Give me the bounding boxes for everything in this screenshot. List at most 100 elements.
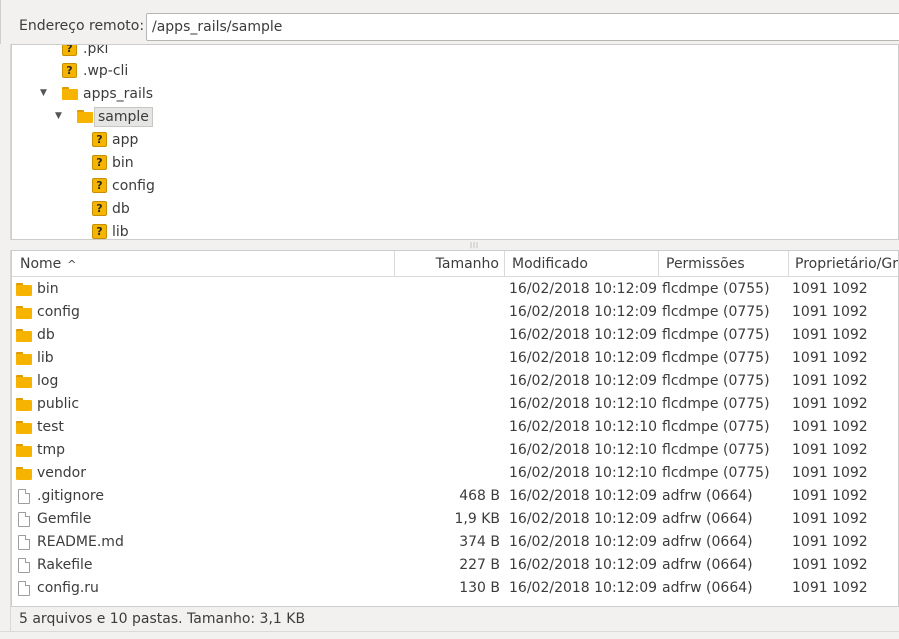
table-row[interactable]: Gemfile 1,9 KB 16/02/2018 10:12:09 adfrw (0…	[12, 508, 898, 531]
cell-owner: 1091 1092	[792, 396, 868, 412]
address-label: Endereço remoto:	[19, 18, 145, 34]
column-size[interactable]: Tamanho	[395, 251, 505, 277]
cell-owner: 1091 1092	[792, 327, 868, 343]
tree-item-label: config	[112, 177, 155, 194]
file-icon	[18, 558, 30, 573]
file-icon	[18, 535, 30, 550]
tree-item-label: apps_rails	[83, 85, 154, 102]
table-row[interactable]: tmp 16/02/2018 10:12:10 flcdmpe (0775) 1091…	[12, 439, 898, 462]
remote-tree[interactable]: ? .pki ? .wp-cli ▼ apps_rails ▼ sample ?…	[11, 44, 899, 240]
column-label: Proprietário/Gr	[795, 256, 898, 272]
table-row[interactable]: config 16/02/2018 10:12:09 flcdmpe (0775) 1…	[12, 301, 898, 324]
unknown-icon: ?	[92, 155, 107, 170]
status-text: 5 arquivos e 10 pastas. Tamanho: 3,1 KB	[19, 611, 306, 627]
unknown-icon: ?	[62, 45, 77, 56]
expander-down-icon[interactable]: ▼	[55, 111, 62, 121]
tree-item-db[interactable]: ? db	[92, 197, 133, 220]
table-row[interactable]: README.md 374 B 16/02/2018 10:12:09 adfrw (…	[12, 531, 898, 554]
cell-name: public	[37, 396, 80, 412]
cell-name: config.ru	[37, 580, 99, 596]
cell-permissions: flcdmpe (0755)	[662, 281, 770, 297]
cell-modified: 16/02/2018 10:12:10	[509, 465, 658, 481]
tree-item-lib[interactable]: ? lib	[92, 220, 132, 239]
cell-permissions: flcdmpe (0775)	[662, 442, 770, 458]
address-bar: Endereço remoto:	[0, 0, 899, 44]
table-row[interactable]: Rakefile 227 B 16/02/2018 10:12:09 adfrw (0…	[12, 554, 898, 577]
tree-item-apps-rails[interactable]: apps_rails	[62, 82, 156, 105]
tree-item-label: bin	[112, 154, 134, 171]
cell-modified: 16/02/2018 10:12:09	[509, 557, 658, 573]
tree-item-label: .wp-cli	[83, 62, 129, 79]
cell-owner: 1091 1092	[792, 304, 868, 320]
expander-down-icon[interactable]: ▼	[40, 88, 47, 98]
table-row[interactable]: db 16/02/2018 10:12:09 flcdmpe (0775) 1091 …	[12, 324, 898, 347]
table-row[interactable]: config.ru 130 B 16/02/2018 10:12:09 adfrw (…	[12, 577, 898, 600]
status-bar: 5 arquivos e 10 pastas. Tamanho: 3,1 KB	[11, 607, 899, 631]
cell-permissions: flcdmpe (0775)	[662, 373, 770, 389]
cell-size: 1,9 KB	[454, 511, 501, 527]
column-name[interactable]: Nome ^	[12, 251, 395, 277]
cell-permissions: adfrw (0664)	[662, 534, 753, 550]
cell-owner: 1091 1092	[792, 281, 868, 297]
cell-permissions: adfrw (0664)	[662, 580, 753, 596]
cell-modified: 16/02/2018 10:12:10	[509, 396, 658, 412]
remote-address-input[interactable]	[146, 13, 899, 41]
table-row[interactable]: log 16/02/2018 10:12:09 flcdmpe (0775) 1091…	[12, 370, 898, 393]
unknown-icon: ?	[62, 63, 77, 78]
folder-icon	[16, 283, 32, 296]
cell-modified: 16/02/2018 10:12:09	[509, 327, 658, 343]
tree-item-label: app	[112, 131, 139, 148]
cell-owner: 1091 1092	[792, 511, 868, 527]
cell-owner: 1091 1092	[792, 580, 868, 596]
folder-icon	[16, 398, 32, 411]
cell-owner: 1091 1092	[792, 350, 868, 366]
column-owner[interactable]: Proprietário/Gr	[789, 251, 898, 277]
cell-permissions: adfrw (0664)	[662, 511, 753, 527]
column-permissions[interactable]: Permissões	[659, 251, 789, 277]
cell-name: test	[37, 419, 64, 435]
cell-permissions: flcdmpe (0775)	[662, 465, 770, 481]
pane-splitter[interactable]: |||	[0, 240, 899, 250]
tree-item-bin[interactable]: ? bin	[92, 151, 137, 174]
table-row[interactable]: lib 16/02/2018 10:12:09 flcdmpe (0775) 1091…	[12, 347, 898, 370]
cell-permissions: flcdmpe (0775)	[662, 350, 770, 366]
cell-permissions: flcdmpe (0775)	[662, 304, 770, 320]
cell-permissions: adfrw (0664)	[662, 488, 753, 504]
tree-item-label: sample	[94, 106, 153, 127]
folder-icon	[16, 329, 32, 342]
folder-icon	[16, 375, 32, 388]
table-row[interactable]: public 16/02/2018 10:12:10 flcdmpe (0775) 1…	[12, 393, 898, 416]
splitter-grip-icon: |||	[470, 242, 480, 249]
folder-icon	[16, 421, 32, 434]
file-icon	[18, 489, 30, 504]
unknown-icon: ?	[92, 178, 107, 193]
cell-modified: 16/02/2018 10:12:09	[509, 304, 658, 320]
table-row[interactable]: bin 16/02/2018 10:12:09 flcdmpe (0755) 1091…	[12, 278, 898, 301]
cell-name: config	[37, 304, 80, 320]
left-edge	[0, 44, 11, 631]
table-row[interactable]: .gitignore 468 B 16/02/2018 10:12:09 adfrw …	[12, 485, 898, 508]
cell-owner: 1091 1092	[792, 419, 868, 435]
cell-modified: 16/02/2018 10:12:09	[509, 350, 658, 366]
file-icon	[18, 512, 30, 527]
cell-modified: 16/02/2018 10:12:09	[509, 580, 658, 596]
cell-size: 468 B	[459, 488, 500, 504]
tree-item-pki[interactable]: ? .pki	[62, 45, 111, 60]
tree-item-config[interactable]: ? config	[92, 174, 158, 197]
cell-name: lib	[37, 350, 54, 366]
tree-item-app[interactable]: ? app	[92, 128, 141, 151]
cell-name: Rakefile	[37, 557, 93, 573]
tree-item-sample[interactable]: sample	[77, 105, 153, 128]
cell-modified: 16/02/2018 10:12:09	[509, 511, 658, 527]
cell-modified: 16/02/2018 10:12:09	[509, 281, 658, 297]
tree-item-wp-cli[interactable]: ? .wp-cli	[62, 59, 131, 82]
unknown-icon: ?	[92, 224, 107, 239]
column-modified[interactable]: Modificado	[505, 251, 659, 277]
remote-file-list[interactable]: Nome ^ Tamanho Modificado Permissões Prop…	[11, 250, 899, 607]
cell-name: bin	[37, 281, 59, 297]
table-row[interactable]: test 16/02/2018 10:12:10 flcdmpe (0775) 109…	[12, 416, 898, 439]
cell-permissions: flcdmpe (0775)	[662, 327, 770, 343]
folder-icon	[16, 467, 32, 480]
tree-item-label: db	[112, 200, 130, 217]
table-row[interactable]: vendor 16/02/2018 10:12:10 flcdmpe (0775) 1…	[12, 462, 898, 485]
